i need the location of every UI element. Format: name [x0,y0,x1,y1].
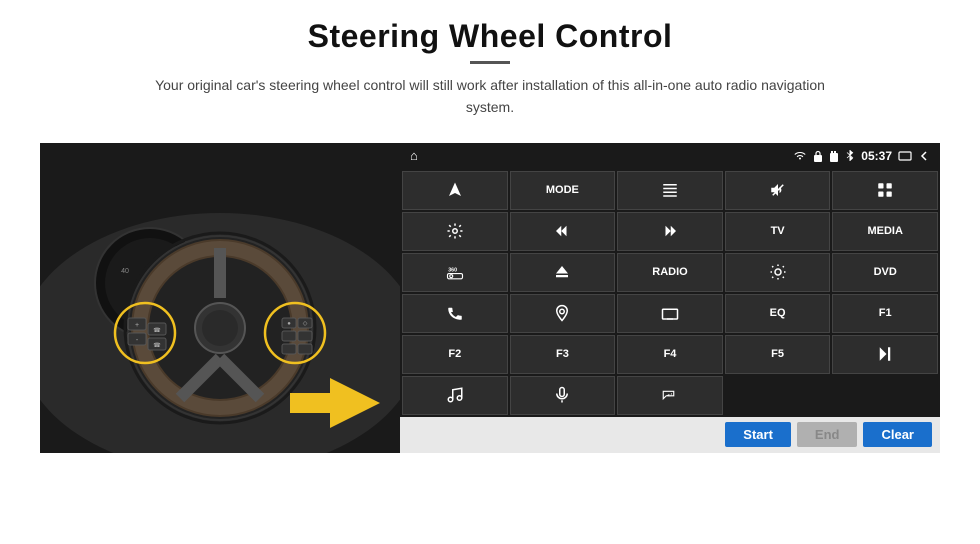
btn-360cam[interactable]: 360 [402,253,508,292]
btn-screen[interactable] [617,294,723,333]
btn-music[interactable] [402,376,508,415]
btn-tv[interactable]: TV [725,212,831,251]
start-button[interactable]: Start [725,422,791,447]
btn-map[interactable] [510,294,616,333]
btn-f3[interactable]: F3 [510,335,616,374]
btn-volphone[interactable]: ◂ / [617,376,723,415]
steering-wheel-image: 60 40 80 [40,143,400,453]
window-icon [898,151,912,161]
page-wrapper: Steering Wheel Control Your original car… [0,0,980,544]
svg-text:+: + [135,322,139,329]
btn-f2[interactable]: F2 [402,335,508,374]
svg-text:◇: ◇ [303,321,308,327]
btn-f4[interactable]: F4 [617,335,723,374]
svg-text:40: 40 [121,268,129,275]
btn-media[interactable]: MEDIA [832,212,938,251]
btn-list[interactable] [617,171,723,210]
btn-next[interactable] [617,212,723,251]
btn-phone[interactable] [402,294,508,333]
svg-text:◂ /: ◂ / [666,393,673,398]
time-display: 05:37 [861,149,892,163]
button-grid: MODE [400,169,940,417]
status-bar: ⌂ [400,143,940,169]
page-subtitle: Your original car's steering wheel contr… [150,74,830,119]
end-button[interactable]: End [797,422,858,447]
btn-empty2 [832,376,938,415]
btn-mode[interactable]: MODE [510,171,616,210]
btn-eq[interactable]: EQ [725,294,831,333]
home-icon[interactable]: ⌂ [410,148,418,163]
btn-f1[interactable]: F1 [832,294,938,333]
btn-playpause[interactable] [832,335,938,374]
status-right: 05:37 [793,149,930,163]
title-divider [470,61,510,64]
svg-text:☎: ☎ [153,327,161,334]
btn-mic[interactable] [510,376,616,415]
btn-empty1 [725,376,831,415]
btn-apps[interactable] [832,171,938,210]
svg-text:360: 360 [448,268,457,274]
btn-radio[interactable]: RADIO [617,253,723,292]
btn-settings[interactable] [402,212,508,251]
action-bar: Start End Clear [400,417,940,453]
content-row: 60 40 80 [40,143,940,453]
svg-text:●: ● [287,321,291,327]
btn-prev[interactable] [510,212,616,251]
btn-dvd[interactable]: DVD [832,253,938,292]
page-title: Steering Wheel Control [150,18,830,55]
lock-icon [813,150,823,162]
wifi-icon [793,151,807,161]
bluetooth-icon [845,149,855,162]
title-section: Steering Wheel Control Your original car… [150,18,830,133]
svg-text:☎: ☎ [153,342,161,349]
btn-eject[interactable] [510,253,616,292]
clear-button[interactable]: Clear [863,422,932,447]
status-left: ⌂ [410,148,418,163]
btn-mute[interactable] [725,171,831,210]
btn-brightness[interactable] [725,253,831,292]
btn-navigate[interactable] [402,171,508,210]
back-arrow-icon[interactable] [918,150,930,162]
btn-f5[interactable]: F5 [725,335,831,374]
sd-icon [829,150,839,162]
android-panel: ⌂ [400,143,940,453]
